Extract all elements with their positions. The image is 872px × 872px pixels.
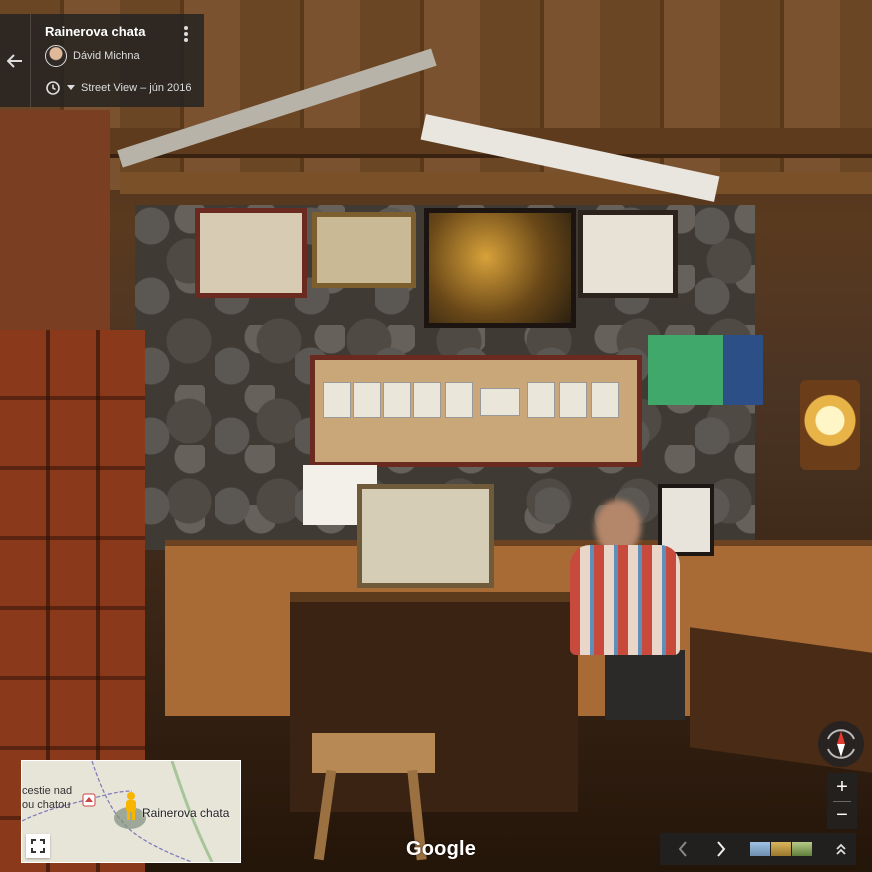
previous-button[interactable] — [670, 837, 696, 861]
map-label-place: Rainerova chata — [142, 806, 230, 820]
zoom-in-button[interactable]: + — [827, 773, 857, 801]
author-row[interactable]: Dávid Michna — [45, 45, 140, 67]
history-clock-icon — [46, 81, 60, 95]
arrow-left-icon — [7, 53, 22, 68]
thumbnail-field[interactable] — [792, 842, 812, 856]
capture-date: Street View – jún 2016 — [81, 82, 192, 94]
zoom-controls: + − — [827, 773, 857, 829]
compass-icon — [827, 729, 855, 759]
avatar[interactable] — [45, 45, 67, 67]
hut-icon — [82, 793, 96, 807]
photo-board — [310, 355, 642, 467]
wooden-beam — [120, 172, 872, 194]
thumbnail-sky[interactable] — [750, 842, 770, 856]
expand-strip-button[interactable] — [828, 837, 854, 861]
prayer-flag — [648, 335, 763, 405]
chevron-left-icon — [678, 841, 687, 857]
map-label-crossroads-2: ou chatou — [22, 799, 71, 811]
author-name[interactable]: Dávid Michna — [73, 50, 140, 62]
chevron-right-icon — [717, 841, 726, 857]
oil-lamp — [800, 380, 860, 470]
wooden-stool — [312, 733, 435, 773]
more-vert-icon — [184, 26, 188, 30]
fullscreen-icon — [31, 839, 45, 853]
divider — [30, 14, 31, 107]
zoom-separator — [833, 801, 851, 802]
street-view-panorama[interactable] — [0, 0, 872, 872]
photo-strip-bar — [660, 833, 856, 865]
map-label-crossroads: cestie nad — [22, 785, 73, 797]
caret-down-icon — [67, 85, 75, 90]
framed-certificate — [195, 208, 307, 298]
framed-photo — [578, 210, 678, 298]
next-button[interactable] — [708, 837, 734, 861]
place-title: Rainerova chata — [45, 24, 146, 39]
framed-painting — [424, 208, 576, 328]
seated-person — [565, 500, 695, 720]
place-info-card: Rainerova chata Dávid Michna Street View… — [0, 14, 204, 107]
minimap[interactable]: cestie nad ou chatou Rainerova chata — [21, 760, 241, 863]
more-options-button[interactable] — [178, 24, 194, 46]
double-chevron-up-icon — [836, 843, 846, 855]
pegman-icon — [126, 792, 136, 820]
expand-map-button[interactable] — [26, 834, 50, 858]
left-wall — [0, 110, 110, 340]
back-button[interactable] — [0, 14, 30, 107]
date-selector[interactable]: Street View – jún 2016 — [45, 80, 191, 96]
zoom-out-button[interactable]: − — [827, 801, 857, 829]
compass-button[interactable] — [818, 721, 864, 767]
photo-thumbnails — [750, 842, 812, 856]
thumbnail-desert[interactable] — [771, 842, 791, 856]
framed-map — [312, 212, 416, 288]
framed-diploma — [357, 484, 494, 588]
google-logo: Google — [406, 838, 477, 860]
